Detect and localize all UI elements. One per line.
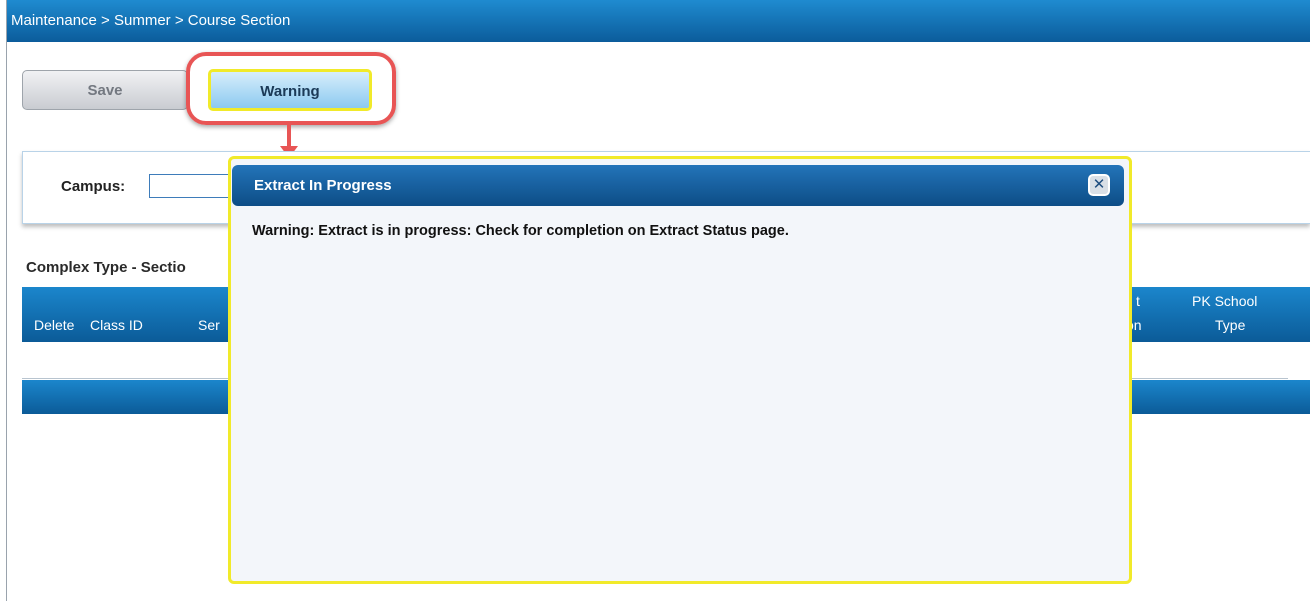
dialog-title: Extract In Progress: [232, 165, 1124, 206]
column-header-class-id[interactable]: Class ID: [90, 317, 143, 333]
campus-label: Campus:: [61, 178, 126, 195]
campus-input[interactable]: [149, 174, 239, 198]
column-header-pk-school-type-line2: Type: [1215, 317, 1246, 333]
close-icon[interactable]: ✕: [1088, 174, 1110, 196]
column-header-partial-line1: t: [1136, 293, 1140, 309]
save-button[interactable]: Save: [22, 70, 188, 110]
dialog-message: Warning: Extract is in progress: Check f…: [252, 223, 789, 239]
extract-dialog: [228, 156, 1132, 584]
breadcrumb: Maintenance > Summer > Course Section: [7, 0, 1310, 42]
column-header-ser[interactable]: Ser: [198, 317, 220, 333]
highlight-callout: [186, 52, 396, 125]
column-header-pk-school-type[interactable]: PK School: [1192, 293, 1257, 309]
section-title: Complex Type - Sectio: [26, 259, 186, 276]
column-header-delete[interactable]: Delete: [34, 317, 74, 333]
